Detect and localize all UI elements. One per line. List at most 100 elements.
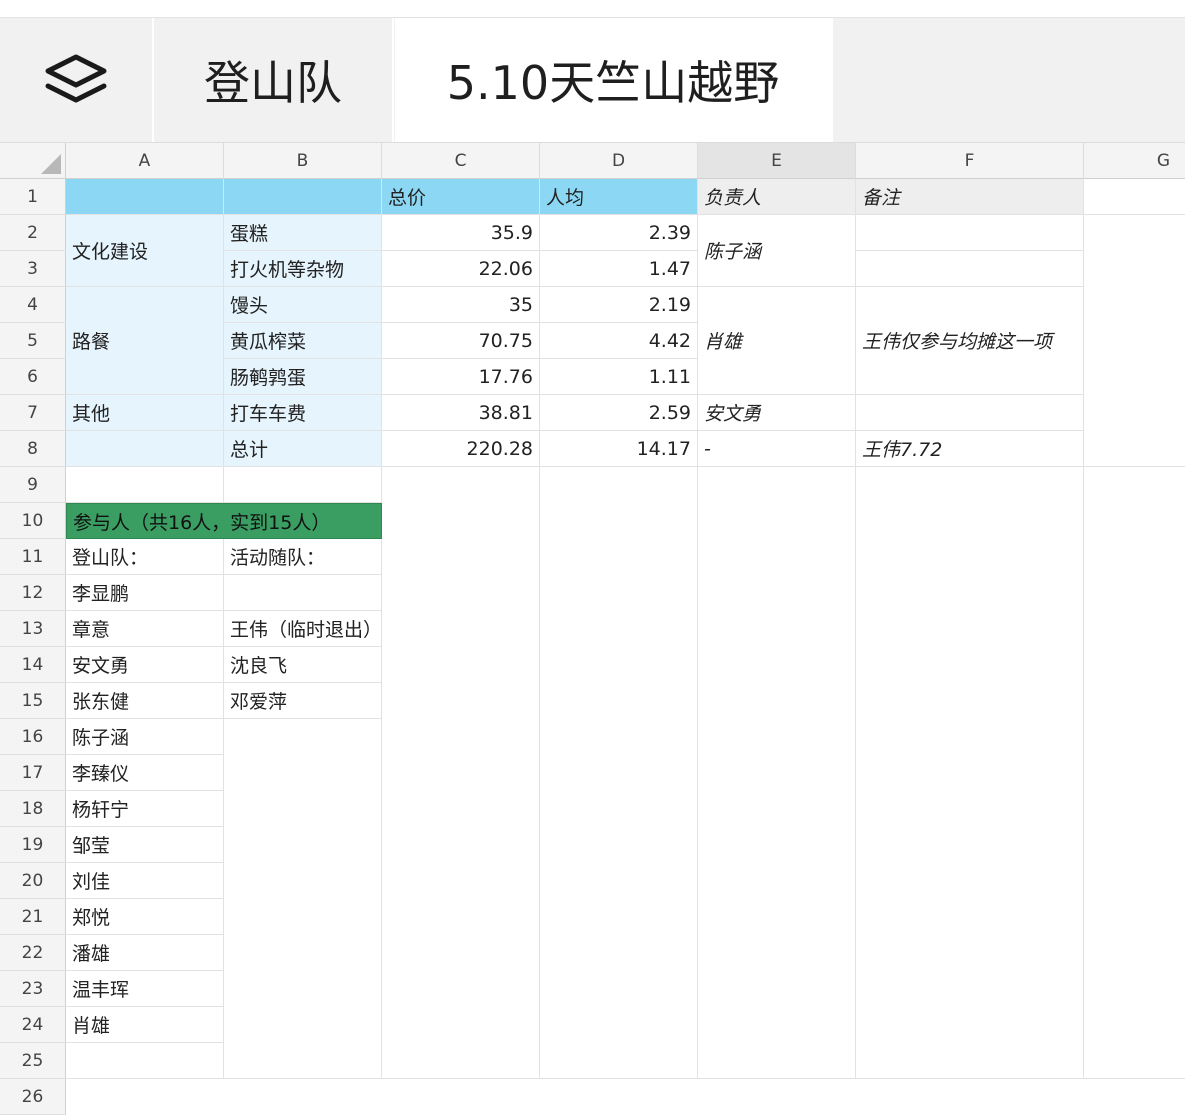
cell-a12[interactable]: 李显鹏 xyxy=(66,575,224,611)
row-header[interactable]: 1 xyxy=(0,179,66,215)
column-header-c[interactable]: C xyxy=(382,143,540,179)
cell-d1[interactable]: 人均 xyxy=(540,179,698,215)
cell-b5[interactable]: 黄瓜榨菜 xyxy=(224,323,382,359)
row-header[interactable]: 25 xyxy=(0,1043,66,1079)
cell-a1[interactable] xyxy=(66,179,224,215)
cell-g2-g8[interactable] xyxy=(1084,215,1185,467)
cell-d8[interactable]: 14.17 xyxy=(540,431,698,467)
cell-b6[interactable]: 肠鹌鹑蛋 xyxy=(224,359,382,395)
cell-a22[interactable]: 潘雄 xyxy=(66,935,224,971)
cell-f7[interactable] xyxy=(856,395,1084,431)
column-header-d[interactable]: D xyxy=(540,143,698,179)
cell-c7[interactable]: 38.81 xyxy=(382,395,540,431)
cell-a19[interactable]: 邹莹 xyxy=(66,827,224,863)
cell-f1[interactable]: 备注 xyxy=(856,179,1084,215)
row-header[interactable]: 22 xyxy=(0,935,66,971)
cell-f4-merged[interactable]: 王伟仅参与均摊这一项 xyxy=(856,287,1084,395)
cell-c6[interactable]: 17.76 xyxy=(382,359,540,395)
cell-a11[interactable]: 登山队： xyxy=(66,539,224,575)
select-all-corner[interactable] xyxy=(0,143,66,179)
cell-b8[interactable]: 总计 xyxy=(224,431,382,467)
row-header[interactable]: 10 xyxy=(0,503,66,539)
cell-b11[interactable]: 活动随队： xyxy=(224,539,382,575)
tab-sheet-active[interactable]: 5.10天竺山越野 xyxy=(395,18,831,142)
cell-c9-c25[interactable] xyxy=(382,467,540,1079)
row-header[interactable]: 21 xyxy=(0,899,66,935)
cell-e9-e25[interactable] xyxy=(698,467,856,1079)
column-header-b[interactable]: B xyxy=(224,143,382,179)
cell-b12[interactable] xyxy=(224,575,382,611)
row-header[interactable]: 24 xyxy=(0,1007,66,1043)
cell-c8[interactable]: 220.28 xyxy=(382,431,540,467)
cell-c4[interactable]: 35 xyxy=(382,287,540,323)
cell-a2-merged[interactable]: 文化建设 xyxy=(66,215,224,287)
cell-a18[interactable]: 杨轩宁 xyxy=(66,791,224,827)
row-header[interactable]: 14 xyxy=(0,647,66,683)
layers-icon[interactable] xyxy=(0,18,152,142)
cell-b13[interactable]: 王伟（临时退出） xyxy=(224,611,382,647)
cell-f3[interactable] xyxy=(856,251,1084,287)
row-header[interactable]: 15 xyxy=(0,683,66,719)
cell-b7[interactable]: 打车车费 xyxy=(224,395,382,431)
cell-a9[interactable] xyxy=(66,467,224,503)
cell-e2-merged[interactable]: 陈子涵 xyxy=(698,215,856,287)
row-header[interactable]: 12 xyxy=(0,575,66,611)
row-header[interactable]: 23 xyxy=(0,971,66,1007)
row-header[interactable]: 8 xyxy=(0,431,66,467)
cell-d9-d25[interactable] xyxy=(540,467,698,1079)
cell-e7[interactable]: 安文勇 xyxy=(698,395,856,431)
cell-d3[interactable]: 1.47 xyxy=(540,251,698,287)
cell-b15[interactable]: 邓爱萍 xyxy=(224,683,382,719)
cell-a7[interactable]: 其他 xyxy=(66,395,224,431)
row-header[interactable]: 11 xyxy=(0,539,66,575)
row-header[interactable]: 26 xyxy=(0,1079,66,1115)
participants-header-cell[interactable]: 参与人（共16人，实到15人） xyxy=(66,503,382,539)
cell-a8[interactable] xyxy=(66,431,224,467)
row-header[interactable]: 18 xyxy=(0,791,66,827)
row-header[interactable]: 6 xyxy=(0,359,66,395)
cell-a16[interactable]: 陈子涵 xyxy=(66,719,224,755)
cell-d7[interactable]: 2.59 xyxy=(540,395,698,431)
cell-g1[interactable] xyxy=(1084,179,1185,215)
cell-e4-merged[interactable]: 肖雄 xyxy=(698,287,856,395)
row-header[interactable]: 19 xyxy=(0,827,66,863)
row-header[interactable]: 20 xyxy=(0,863,66,899)
column-header-a[interactable]: A xyxy=(66,143,224,179)
cell-e1[interactable]: 负责人 xyxy=(698,179,856,215)
cell-e8[interactable]: - xyxy=(698,431,856,467)
cell-d6[interactable]: 1.11 xyxy=(540,359,698,395)
cell-c2[interactable]: 35.9 xyxy=(382,215,540,251)
cell-b4[interactable]: 馒头 xyxy=(224,287,382,323)
cell-f2[interactable] xyxy=(856,215,1084,251)
row-header[interactable]: 3 xyxy=(0,251,66,287)
cell-a24[interactable]: 肖雄 xyxy=(66,1007,224,1043)
column-header-e[interactable]: E xyxy=(698,143,856,179)
row-header[interactable]: 2 xyxy=(0,215,66,251)
cell-c3[interactable]: 22.06 xyxy=(382,251,540,287)
cell-a20[interactable]: 刘佳 xyxy=(66,863,224,899)
cell-f8[interactable]: 王伟7.72 xyxy=(856,431,1084,467)
cell-d4[interactable]: 2.19 xyxy=(540,287,698,323)
cell-b3[interactable]: 打火机等杂物 xyxy=(224,251,382,287)
cell-a4-merged[interactable]: 路餐 xyxy=(66,287,224,395)
cell-a14[interactable]: 安文勇 xyxy=(66,647,224,683)
row-header[interactable]: 5 xyxy=(0,323,66,359)
row-header[interactable]: 16 xyxy=(0,719,66,755)
cell-d5[interactable]: 4.42 xyxy=(540,323,698,359)
column-header-g[interactable]: G xyxy=(1084,143,1185,179)
cell-a17[interactable]: 李臻仪 xyxy=(66,755,224,791)
cell-a25[interactable] xyxy=(66,1043,224,1079)
column-header-f[interactable]: F xyxy=(856,143,1084,179)
row-header[interactable]: 9 xyxy=(0,467,66,503)
cell-b1[interactable] xyxy=(224,179,382,215)
tab-sheet-dengshandui[interactable]: 登山队 xyxy=(154,18,392,142)
row-header[interactable]: 4 xyxy=(0,287,66,323)
cell-f9-f25[interactable] xyxy=(856,467,1084,1079)
cell-b2[interactable]: 蛋糕 xyxy=(224,215,382,251)
row-header[interactable]: 13 xyxy=(0,611,66,647)
row-header[interactable]: 17 xyxy=(0,755,66,791)
cell-c5[interactable]: 70.75 xyxy=(382,323,540,359)
cell-g9-g25[interactable] xyxy=(1084,467,1185,1079)
cell-a15[interactable]: 张东健 xyxy=(66,683,224,719)
cell-c1[interactable]: 总价 xyxy=(382,179,540,215)
